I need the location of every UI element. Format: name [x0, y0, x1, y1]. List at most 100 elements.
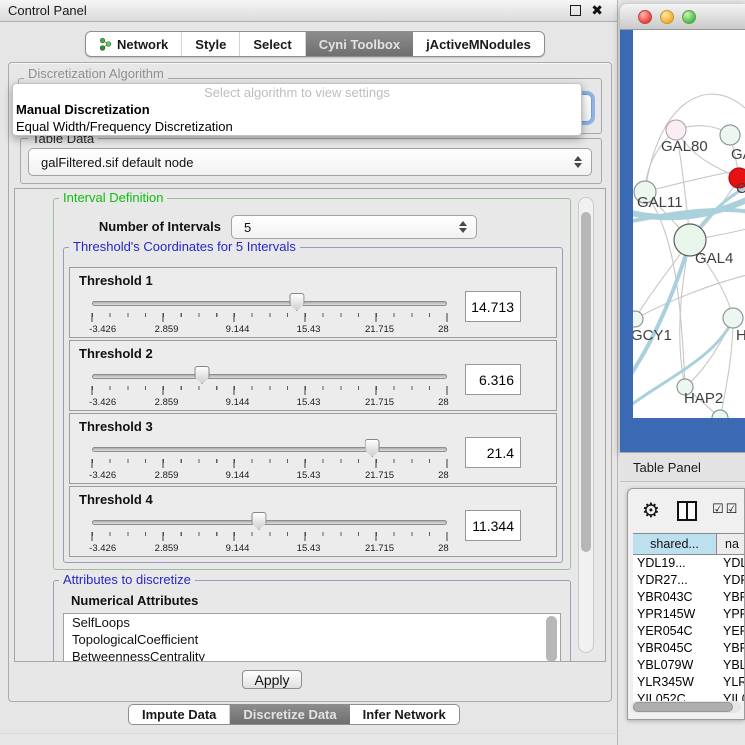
number-of-intervals-select[interactable]: 5 [231, 215, 477, 239]
table-row[interactable]: YBR043C YBR0 [633, 589, 745, 606]
cell-shared-name[interactable]: YDR27... [633, 572, 717, 589]
table-hscrollbar-thumb[interactable] [633, 702, 733, 712]
column-header-shared-name[interactable]: shared... [633, 533, 717, 555]
slider-thumb[interactable] [365, 439, 380, 457]
numerical-attributes-list[interactable]: SelfLoops TopologicalCoefficient Between… [63, 613, 561, 662]
cell-shared-name[interactable]: YLR345W [633, 674, 717, 691]
network-icon [99, 37, 112, 51]
threshold-1-slider[interactable]: -3.426 2.859 9.144 15.43 21.715 28 [92, 268, 447, 337]
tab-style[interactable]: Style [182, 32, 240, 56]
tick-label: 9.144 [226, 397, 250, 408]
slider-thumb[interactable] [195, 366, 210, 384]
table-row[interactable]: YIL052C YIL0 [633, 691, 745, 701]
threshold-2-value-field[interactable] [465, 364, 521, 395]
tick-label: 15.43 [297, 470, 321, 481]
threshold-2-slider[interactable]: -3.426 2.859 9.144 15.43 21.715 28 [92, 341, 447, 410]
node-label-hap2: HAP2 [684, 390, 723, 407]
dropdown-option-equal-width[interactable]: Equal Width/Frequency Discretization [13, 118, 581, 135]
tab-discretize-data[interactable]: Discretize Data [230, 705, 349, 724]
slider-track [92, 447, 447, 452]
tab-cyni-toolbox[interactable]: Cyni Toolbox [306, 32, 413, 56]
node-label-gal80: GAL80 [661, 138, 708, 155]
list-item[interactable]: TopologicalCoefficient [64, 631, 560, 648]
tab-label: Discretize Data [243, 707, 336, 722]
table-row[interactable]: YLR345W YLR3 [633, 674, 745, 691]
tab-impute-data[interactable]: Impute Data [129, 705, 230, 724]
node-label-gal4: GAL4 [695, 250, 733, 267]
apply-button-label: Apply [254, 672, 289, 688]
cell-name[interactable]: YPR1 [717, 606, 745, 623]
cell-name[interactable]: YDL1 [717, 555, 745, 572]
cell-shared-name[interactable]: YBR045C [633, 640, 717, 657]
network-window-titlebar [620, 4, 745, 30]
close-icon[interactable]: ✖ [591, 2, 603, 19]
table-row[interactable]: YBL079W YBL0 [633, 657, 745, 674]
cell-shared-name[interactable]: YER054C [633, 623, 717, 640]
threshold-3-slider[interactable]: -3.426 2.859 9.144 15.43 21.715 28 [92, 414, 447, 483]
select-columns-icon[interactable]: ☑☑ [712, 501, 739, 517]
float-window-icon[interactable] [570, 5, 581, 16]
minimize-traffic-light-icon[interactable] [660, 10, 674, 24]
node-label-gal11: GAL11 [637, 194, 683, 211]
cell-shared-name[interactable]: YBL079W [633, 657, 717, 674]
tab-select[interactable]: Select [240, 32, 305, 56]
list-item[interactable]: SelfLoops [64, 614, 560, 631]
column-header-name[interactable]: na [717, 533, 745, 555]
zoom-traffic-light-icon[interactable] [682, 10, 696, 24]
cell-shared-name[interactable]: YDL19... [633, 555, 717, 572]
tab-jactivemnodules[interactable]: jActiveMNodules [413, 32, 544, 56]
network-node[interactable] [633, 311, 643, 327]
table-row[interactable]: YBR045C YBR0 [633, 640, 745, 657]
threshold-4-slider[interactable]: -3.426 2.859 9.144 15.43 21.715 28 [92, 487, 447, 556]
table-row[interactable]: YPR145W YPR1 [633, 606, 745, 623]
dropdown-hint-option[interactable]: Select algorithm to view settings [13, 84, 581, 101]
settings-scrollbar-track[interactable] [578, 197, 594, 653]
threshold-3-box: Threshold 3 -3.426 2.859 9.144 15.43 21.… [69, 413, 557, 484]
apply-button[interactable]: Apply [242, 670, 302, 689]
network-node[interactable] [720, 125, 740, 145]
table-row[interactable]: YER054C YER0 [633, 623, 745, 640]
network-node[interactable] [723, 308, 743, 328]
gear-icon[interactable]: ⚙ [642, 498, 660, 523]
split-columns-icon[interactable] [677, 501, 697, 521]
cell-name[interactable]: YBL0 [717, 657, 745, 674]
cell-name[interactable]: YLR3 [717, 674, 745, 691]
cell-shared-name[interactable]: YIL052C [633, 691, 717, 701]
tick-label: 21.715 [365, 543, 394, 554]
cell-name[interactable]: YDR2 [717, 572, 745, 589]
table-row[interactable]: YDL19... YDL1 [633, 555, 745, 572]
tick-label: 28 [438, 543, 449, 554]
tick-label: 15.43 [297, 324, 321, 335]
table-data-select[interactable]: galFiltered.sif default node [28, 148, 592, 176]
discretization-algorithm-group-title: Discretization Algorithm [24, 66, 168, 81]
dropdown-option-manual[interactable]: Manual Discretization [13, 101, 581, 118]
network-node[interactable] [666, 120, 686, 140]
tick-label: 9.144 [226, 324, 250, 335]
threshold-3-value-field[interactable] [465, 437, 521, 468]
tab-label: Style [195, 37, 226, 52]
close-traffic-light-icon[interactable] [638, 10, 652, 24]
cell-shared-name[interactable]: YBR043C [633, 589, 717, 606]
list-scrollbar-thumb[interactable] [546, 616, 557, 662]
slider-thumb[interactable] [289, 293, 304, 311]
tick-label: 9.144 [226, 543, 250, 554]
slider-thumb[interactable] [251, 512, 266, 530]
tab-infer-network[interactable]: Infer Network [350, 705, 459, 724]
cell-shared-name[interactable]: YPR145W [633, 606, 717, 623]
tick-label: 28 [438, 324, 449, 335]
network-node[interactable] [712, 410, 728, 418]
network-canvas[interactable]: GAL80 GA C GAL11 GAL4 GCY1 H HAP2 [633, 30, 745, 418]
threshold-1-value-field[interactable] [465, 291, 521, 322]
table-row[interactable]: YDR27... YDR2 [633, 572, 745, 589]
list-item[interactable]: BetweennessCentrality [64, 648, 560, 662]
threshold-4-value-field[interactable] [465, 510, 521, 541]
cell-name[interactable]: YBR0 [717, 640, 745, 657]
settings-scrollbar-thumb[interactable] [581, 212, 591, 552]
table-panel-window: ⚙ ☑☑ shared... na YDL19... YDL1 YDR27...… [627, 488, 745, 720]
cell-name[interactable]: YBR0 [717, 589, 745, 606]
combo-stepper-icon [459, 221, 467, 233]
cell-name[interactable]: YIL0 [717, 691, 745, 701]
tab-network[interactable]: Network [86, 32, 182, 56]
table-hscrollbar-track[interactable] [631, 701, 741, 713]
cell-name[interactable]: YER0 [717, 623, 745, 640]
